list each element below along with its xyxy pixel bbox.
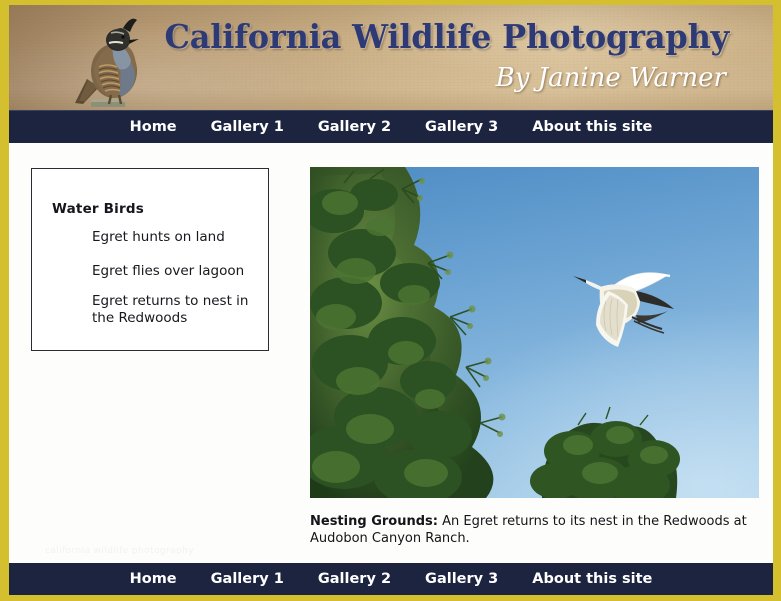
footer-nav-item-gallery-2[interactable]: Gallery 2 <box>301 563 408 596</box>
nav-item-gallery-2[interactable]: Gallery 2 <box>301 111 408 144</box>
photo-caption: Nesting Grounds: An Egret returns to its… <box>310 513 756 548</box>
page-title: California Wildlife Photography <box>164 17 729 56</box>
california-quail-icon <box>61 11 171 110</box>
nav-item-about-this-site[interactable]: About this site <box>515 111 669 144</box>
footer-nav-item-about-this-site[interactable]: About this site <box>515 563 669 596</box>
footer-nav-item-gallery-1[interactable]: Gallery 1 <box>194 563 301 596</box>
photo-figure: Nesting Grounds: An Egret returns to its… <box>310 167 759 548</box>
sidebar-link-list: Egret hunts on land Egret flies over lag… <box>92 226 258 341</box>
page-frame: California Wildlife Photography By Janin… <box>0 0 781 601</box>
site-byline: By Janine Warner <box>495 63 726 93</box>
sidebar-link-egret-hunts-on-land[interactable]: Egret hunts on land <box>92 229 225 246</box>
nav-item-gallery-3[interactable]: Gallery 3 <box>408 111 515 144</box>
nav-item-gallery-1[interactable]: Gallery 1 <box>194 111 301 144</box>
footer-watermark: california wildlife photography <box>45 546 194 556</box>
footer-nav-item-gallery-3[interactable]: Gallery 3 <box>408 563 515 596</box>
sidebar-heading: Water Birds <box>52 201 144 217</box>
list-item: Egret flies over lagoon <box>92 260 258 280</box>
sidebar-link-egret-flies-over-lagoon[interactable]: Egret flies over lagoon <box>92 263 244 280</box>
sidebar-panel: Water Birds Egret hunts on land Egret fl… <box>31 168 269 351</box>
main-content: Water Birds Egret hunts on land Egret fl… <box>9 143 773 564</box>
footer-navigation: Home Gallery 1 Gallery 2 Gallery 3 About… <box>9 563 773 595</box>
page-inner: California Wildlife Photography By Janin… <box>9 5 773 595</box>
primary-navigation: Home Gallery 1 Gallery 2 Gallery 3 About… <box>9 110 773 143</box>
footer-nav-item-home[interactable]: Home <box>113 563 194 596</box>
nav-item-home[interactable]: Home <box>113 111 194 144</box>
list-item: Egret returns to nest in the Redwoods <box>92 293 258 326</box>
site-masthead: California Wildlife Photography By Janin… <box>9 5 773 110</box>
list-item: Egret hunts on land <box>92 226 258 246</box>
photo-caption-label: Nesting Grounds: <box>310 514 438 529</box>
egret-in-flight-photo[interactable] <box>310 167 759 498</box>
sidebar-link-egret-returns-to-nest[interactable]: Egret returns to nest in the Redwoods <box>92 293 258 326</box>
